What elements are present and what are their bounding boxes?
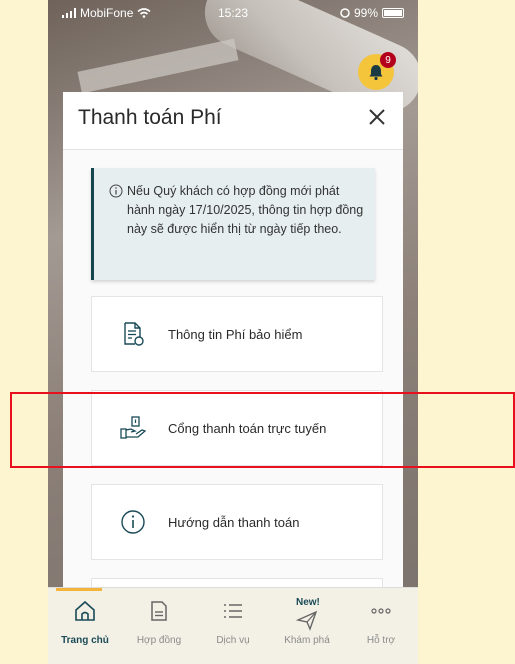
tab-support-label: Hỗ trợ — [366, 635, 396, 646]
more-option-card[interactable] — [91, 578, 383, 587]
new-badge: New! — [296, 597, 320, 608]
notice-text: Nếu Quý khách có hợp đồng mới phát hành … — [127, 184, 364, 236]
list-icon — [224, 604, 242, 618]
document-icon — [124, 322, 144, 346]
hand-card-icon — [120, 416, 146, 439]
tab-contracts-label: Hợp đồng — [136, 635, 182, 646]
notification-button[interactable]: 9 — [358, 52, 396, 90]
tab-explore-label: Khám phá — [284, 635, 330, 646]
notice-box: Nếu Quý khách có hợp đồng mới phát hành … — [91, 168, 375, 280]
close-icon[interactable] — [365, 105, 389, 129]
paper-plane-icon — [295, 610, 318, 631]
battery-percent: 99% — [353, 6, 378, 20]
tab-services-label: Dịch vụ — [216, 635, 250, 646]
online-payment-gateway-option[interactable]: Cổng thanh toán trực tuyến — [91, 390, 383, 466]
modal-body: Nếu Quý khách có hợp đồng mới phát hành … — [63, 150, 403, 587]
tab-contracts[interactable]: Hợp đồng — [122, 588, 196, 664]
phone-screen: MobiFone 15:23 99% 9 Thanh toán Phí Nếu … — [48, 0, 418, 664]
tab-explore[interactable]: New! Khám phá — [270, 588, 344, 664]
battery-icon — [382, 8, 404, 18]
payment-guide-label: Hướng dẫn thanh toán — [168, 514, 300, 530]
tab-home[interactable]: Trang chủ — [48, 588, 122, 664]
payment-fee-modal: Thanh toán Phí Nếu Quý khách có hợp đồng… — [63, 92, 403, 587]
tab-home-label: Trang chủ — [61, 635, 109, 646]
bottom-tab-bar: Trang chủ Hợp đồng Dịch vụ New! Khám phá… — [48, 587, 418, 664]
home-icon — [75, 600, 95, 621]
more-icon — [371, 608, 391, 614]
modal-title: Thanh toán Phí — [78, 106, 222, 129]
modal-header: Thanh toán Phí — [63, 92, 403, 150]
payment-guide-option[interactable]: Hướng dẫn thanh toán — [91, 484, 383, 560]
status-bar: MobiFone 15:23 99% — [48, 0, 418, 24]
info-icon — [109, 184, 123, 198]
online-payment-gateway-label: Cổng thanh toán trực tuyến — [168, 420, 327, 436]
tab-services[interactable]: Dịch vụ — [196, 588, 270, 664]
alarm-icon — [340, 8, 350, 18]
premium-info-label: Thông tin Phí bảo hiểm — [168, 326, 303, 342]
info-icon — [121, 510, 145, 534]
notification-count-badge: 9 — [380, 52, 396, 68]
contract-icon — [151, 601, 167, 621]
premium-info-option[interactable]: Thông tin Phí bảo hiểm — [91, 296, 383, 372]
tab-support[interactable]: Hỗ trợ — [344, 588, 418, 664]
